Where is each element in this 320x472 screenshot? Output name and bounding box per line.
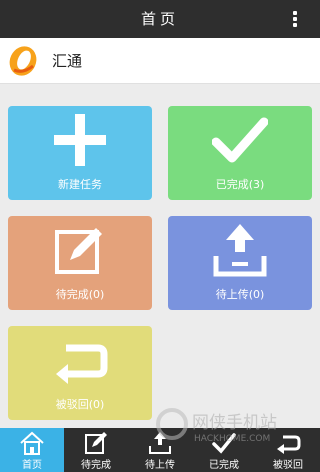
nav-label: 待完成 bbox=[81, 460, 111, 471]
upload-icon bbox=[213, 224, 267, 277]
nav-rejected[interactable]: 被驳回 bbox=[256, 428, 320, 472]
nav-label: 已完成 bbox=[209, 460, 239, 471]
edit-icon bbox=[55, 228, 102, 274]
home-icon bbox=[20, 431, 44, 455]
nav-completed[interactable]: 已完成 bbox=[192, 428, 256, 472]
rejected-tile[interactable]: 被驳回(0) bbox=[8, 326, 152, 420]
nav-pending[interactable]: 待完成 bbox=[64, 428, 128, 472]
return-icon bbox=[277, 435, 301, 454]
bottom-nav: 首页 待完成 待上传 已完成 被驳回 bbox=[0, 428, 320, 472]
tile-label: 被驳回(0) bbox=[55, 398, 105, 411]
checkmark-icon bbox=[212, 117, 268, 163]
new-task-tile[interactable]: 新建任务 bbox=[8, 106, 152, 200]
top-bar: 首页 bbox=[0, 0, 320, 38]
nav-home[interactable]: 首页 bbox=[0, 428, 64, 472]
return-icon bbox=[56, 344, 108, 384]
nav-to-upload[interactable]: 待上传 bbox=[128, 428, 192, 472]
app-header: 汇通 bbox=[0, 38, 320, 84]
checkmark-icon bbox=[212, 433, 236, 454]
app-name: 汇通 bbox=[52, 52, 83, 70]
tile-label: 待完成(0) bbox=[55, 288, 105, 301]
upload-icon bbox=[149, 432, 171, 454]
to-upload-tile[interactable]: 待上传(0) bbox=[168, 216, 312, 310]
completed-tile[interactable]: 已完成(3) bbox=[168, 106, 312, 200]
nav-label: 待上传 bbox=[145, 460, 175, 471]
tile-label: 待上传(0) bbox=[215, 288, 265, 301]
nav-label: 被驳回 bbox=[273, 460, 303, 471]
tile-label: 已完成(3) bbox=[215, 178, 265, 191]
pending-tile[interactable]: 待完成(0) bbox=[8, 216, 152, 310]
app-logo-icon bbox=[6, 44, 40, 78]
edit-icon bbox=[85, 432, 107, 454]
nav-label: 首页 bbox=[22, 460, 42, 471]
page-title: 首页 bbox=[140, 10, 179, 28]
plus-icon bbox=[54, 114, 106, 166]
tile-label: 新建任务 bbox=[58, 178, 102, 191]
more-vertical-icon[interactable] bbox=[292, 11, 298, 29]
